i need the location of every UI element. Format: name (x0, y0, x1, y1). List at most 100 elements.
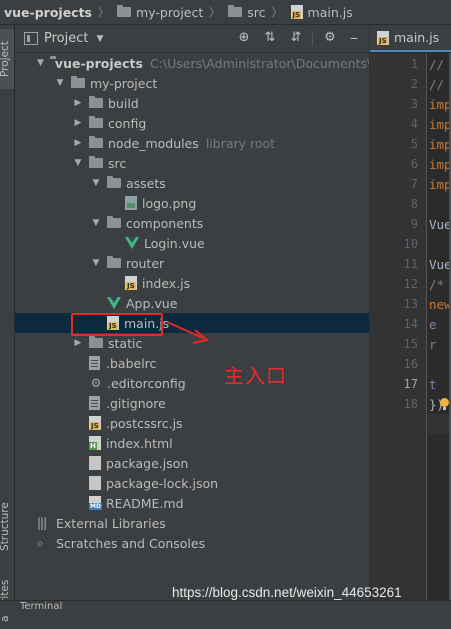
tree-item[interactable]: ||| External Libraries (15, 513, 369, 533)
tree-item-label: assets (126, 175, 166, 191)
chevron-right-icon[interactable]: ▶ (73, 338, 83, 348)
line-number: 15 (403, 337, 418, 351)
chevron-down-icon[interactable]: ▼ (37, 58, 44, 68)
code-line: imp (429, 177, 451, 192)
folder-icon (71, 76, 85, 88)
tree-item[interactable]: ▼ my-project (15, 73, 369, 93)
chevron-right-icon[interactable]: ▶ (73, 98, 83, 108)
tree-item-label: logo.png (142, 195, 197, 211)
structure-tool-tab[interactable]: Structure (0, 487, 14, 567)
line-number: 6 (410, 157, 418, 171)
folder-icon (107, 216, 121, 228)
javascript-file-icon (290, 5, 303, 19)
chevron-down-icon[interactable]: ▼ (91, 178, 101, 188)
project-view-icon (24, 32, 38, 45)
breadcrumb-separator: 〉 (271, 6, 283, 19)
tree-item[interactable]: ▼ src (15, 153, 369, 173)
tree-item[interactable]: ▶index.js (15, 273, 369, 293)
breadcrumb-project-label: vue-projects (4, 4, 93, 20)
tree-item-label: Login.vue (144, 235, 205, 251)
tree-item-label: .editorconfig (107, 375, 186, 391)
tree-item[interactable]: ▶package.json (15, 453, 369, 473)
javascript-file-icon (89, 416, 101, 430)
code-line: Vue (429, 217, 451, 232)
line-number-gutter: 1 2 3 4 5 6 7 8 9 10 11 12 13 14 15 16 17 18 (370, 53, 427, 614)
line-number: 16 (403, 357, 418, 371)
tree-item[interactable]: ▶README.md (15, 493, 369, 513)
editor-area: main.js 123456789101112131415161718 ////… (369, 25, 451, 614)
tree-item[interactable]: ▶logo.png (15, 193, 369, 213)
breadcrumb-project[interactable]: vue-projects (0, 5, 92, 20)
chevron-down-icon[interactable]: ▼ (91, 258, 101, 268)
current-line-highlight (427, 414, 451, 434)
tree-item[interactable]: ▼ assets (15, 173, 369, 193)
tree-item[interactable]: ▶ config (15, 113, 369, 133)
code-line: // (429, 57, 445, 72)
hide-panel-icon[interactable]: – (345, 29, 363, 47)
tree-item[interactable]: ▶.postcssrc.js (15, 413, 369, 433)
header-divider (312, 31, 313, 46)
json-file-icon (89, 456, 101, 470)
line-number: 18 (403, 397, 418, 411)
collapse-all-icon[interactable]: ⇵ (287, 29, 305, 47)
tree-item[interactable]: ▶Login.vue (15, 233, 369, 253)
tree-item[interactable]: ▼ components (15, 213, 369, 233)
tree-item[interactable]: ▶ build (15, 93, 369, 113)
lightbulb-icon[interactable] (440, 398, 449, 410)
chevron-down-icon[interactable]: ▼ (91, 218, 101, 228)
tree-item-label: vue-projects (54, 55, 143, 71)
text-file-icon (89, 356, 100, 370)
tree-item[interactable]: ▶.gitignore (15, 393, 369, 413)
chevron-down-icon[interactable]: ▼ (73, 158, 83, 168)
tree-item[interactable]: ▶.babelrc (15, 353, 369, 373)
tree-item[interactable]: ⌕ Scratches and Consoles (15, 533, 369, 553)
tree-item[interactable]: ▶App.vue (15, 293, 369, 313)
code-line: // (429, 77, 445, 92)
chevron-down-icon[interactable]: ▼ (55, 78, 65, 88)
tree-item-label: .babelrc (106, 355, 157, 371)
gear-icon: ⚙ (90, 376, 102, 390)
tree-item[interactable]: ▶index.html (15, 433, 369, 453)
folder-icon (107, 176, 121, 188)
project-tool-tab[interactable]: Project (0, 29, 14, 89)
line-number: 9 (410, 217, 418, 231)
code-line: e (429, 317, 437, 332)
library-icon: ||| (37, 516, 47, 530)
breadcrumb-main-js[interactable]: main.js (287, 5, 353, 20)
gear-icon[interactable]: ⚙ (321, 29, 339, 47)
folder-icon (89, 136, 103, 148)
line-number: 17 (403, 377, 418, 391)
tree-item-label: package.json (106, 455, 189, 471)
folder-icon (89, 96, 103, 108)
markdown-file-icon (89, 496, 102, 510)
breadcrumb-my-project[interactable]: my-project (113, 5, 203, 20)
breadcrumb-my-project-label: my-project (136, 4, 204, 20)
image-file-icon (125, 196, 137, 210)
line-number: 8 (410, 197, 418, 211)
tree-item[interactable]: ▶⚙.editorconfig (15, 373, 369, 393)
tree-item-label: .gitignore (106, 395, 166, 411)
editor-tab-main-js[interactable]: main.js (370, 25, 451, 52)
tree-item[interactable]: ▼ vue-projects C:\Users\Administrator\Docu… (15, 53, 399, 73)
vue-file-icon (107, 297, 121, 309)
chevron-right-icon[interactable]: ▶ (73, 118, 83, 128)
tree-item[interactable]: ▼ router (15, 253, 369, 273)
breadcrumb-separator: 〉 (98, 6, 110, 19)
chevron-right-icon[interactable]: ▶ (73, 138, 83, 148)
code-line: t (429, 377, 437, 392)
breadcrumb-src-label: src (247, 4, 266, 20)
line-number: 11 (403, 257, 418, 271)
folder-icon (117, 5, 132, 17)
terminal-tab[interactable]: Terminal (20, 601, 62, 612)
project-view-selector[interactable]: Project (44, 31, 88, 46)
breadcrumb-src[interactable]: src (224, 4, 266, 20)
locate-file-icon[interactable]: ⊕ (235, 29, 253, 47)
tree-item[interactable]: ▶package-lock.json (15, 473, 369, 493)
tree-item-label: my-project (90, 75, 158, 91)
code-line: Vue (429, 257, 451, 272)
html-file-icon (89, 436, 101, 450)
tree-item[interactable]: ▶ node_modules library root (15, 133, 369, 153)
chevron-down-icon[interactable]: ▼ (96, 34, 103, 44)
expand-all-icon[interactable]: ⇅ (261, 29, 279, 47)
tree-item-hint: library root (205, 135, 276, 151)
